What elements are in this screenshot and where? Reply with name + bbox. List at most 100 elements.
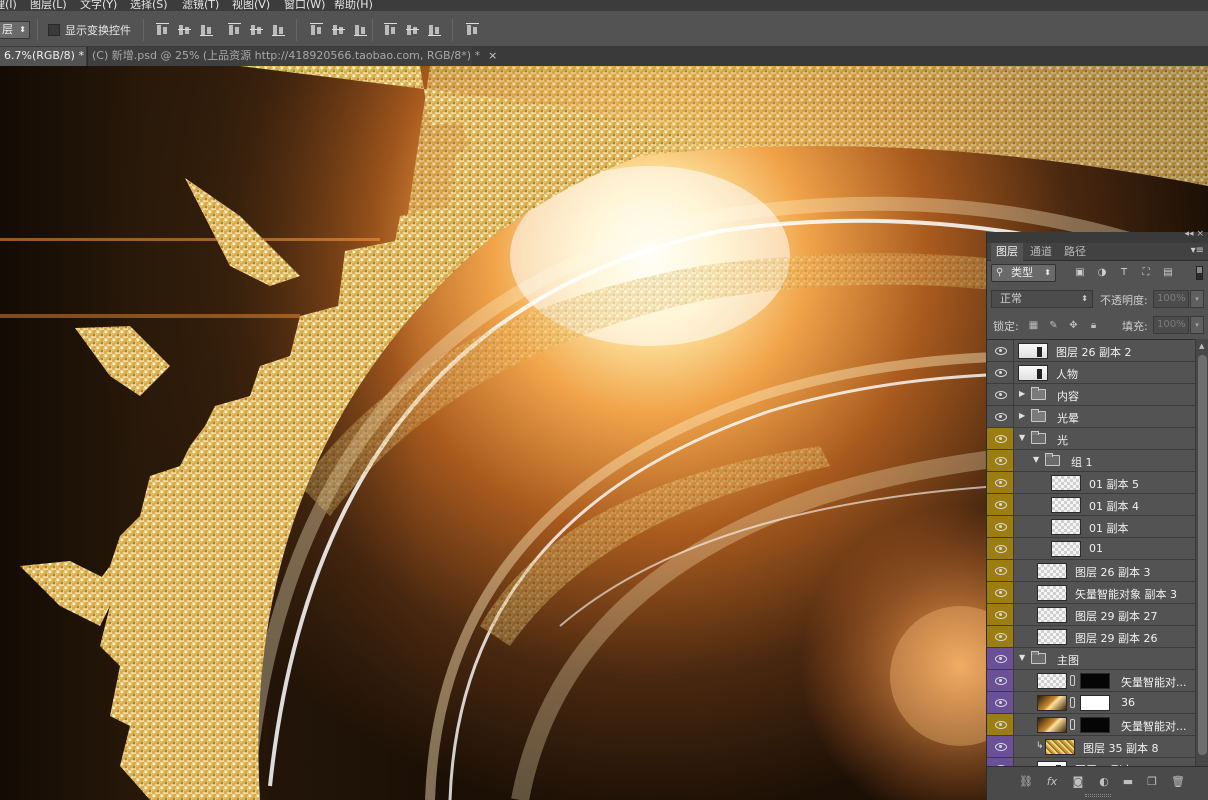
tab-channels[interactable]: 通道 — [1025, 243, 1057, 261]
menu-item[interactable]: 滤镜(T) — [182, 0, 219, 11]
distribute-bottom-icon[interactable] — [354, 23, 368, 37]
layer-mask-thumbnail[interactable] — [1080, 695, 1110, 711]
visibility-eye-icon[interactable] — [987, 450, 1014, 471]
layer-row[interactable]: 01 — [987, 538, 1195, 560]
mask-link-icon[interactable] — [1070, 675, 1075, 686]
document-tab[interactable]: 6.7%(RGB/8) *× — [0, 47, 101, 66]
panel-menu-icon[interactable]: ▾≡ — [1191, 245, 1204, 256]
expand-triangle-open-icon[interactable]: ▼ — [1019, 433, 1027, 443]
fill-input[interactable]: 100% — [1153, 316, 1189, 334]
lock-transparent-icon[interactable]: ▦ — [1028, 320, 1039, 331]
visibility-eye-icon[interactable] — [987, 714, 1014, 735]
filter-kind-dropdown[interactable]: ⚲ 类型 ⬍ — [991, 264, 1056, 282]
expand-triangle-closed-icon[interactable]: ▶ — [1019, 411, 1027, 421]
close-icon[interactable]: × — [488, 49, 497, 62]
tab-layers[interactable]: 图层 — [991, 243, 1023, 261]
opacity-input[interactable]: 100% — [1153, 290, 1189, 308]
show-transform-controls-checkbox[interactable] — [48, 24, 60, 36]
shape-filter-icon[interactable]: ⛶ — [1140, 267, 1152, 279]
visibility-eye-icon[interactable] — [987, 736, 1014, 757]
menu-item[interactable]: 文字(Y) — [80, 0, 117, 11]
expand-triangle-closed-icon[interactable]: ▶ — [1019, 389, 1027, 399]
align-bottom-icon[interactable] — [200, 23, 214, 37]
layer-row[interactable]: 人物 — [987, 362, 1195, 384]
distribute-left-icon[interactable] — [384, 23, 398, 37]
lock-position-icon[interactable]: ✥ — [1068, 320, 1079, 331]
visibility-eye-icon[interactable] — [987, 384, 1014, 405]
auto-align-icon[interactable] — [466, 23, 480, 37]
distribute-top-icon[interactable] — [310, 23, 324, 37]
layer-row[interactable]: 图层 26 副本 2 — [987, 340, 1195, 362]
opacity-dropdown-icon[interactable]: ▾ — [1190, 290, 1204, 308]
visibility-eye-icon[interactable] — [987, 648, 1014, 669]
visibility-eye-icon[interactable] — [987, 582, 1014, 603]
menu-item[interactable]: 选择(S) — [130, 0, 168, 11]
align-hcenter-icon[interactable] — [250, 23, 264, 37]
layer-row[interactable]: 矢量智能对... — [987, 670, 1195, 692]
layer-row[interactable]: 01 副本 — [987, 516, 1195, 538]
visibility-eye-icon[interactable] — [987, 516, 1014, 537]
visibility-eye-icon[interactable] — [987, 472, 1014, 493]
layer-row[interactable]: 01 副本 5 — [987, 472, 1195, 494]
layer-row[interactable]: 01 副本 4 — [987, 494, 1195, 516]
resize-grip[interactable] — [1085, 794, 1111, 797]
auto-select-target-dropdown[interactable]: 层 ⬍ — [0, 21, 30, 39]
expand-triangle-open-icon[interactable]: ▼ — [1033, 455, 1041, 465]
new-layer-icon[interactable]: ❐ — [1145, 775, 1159, 789]
image-filter-icon[interactable]: ▣ — [1074, 267, 1086, 279]
menu-item[interactable]: 帮助(H) — [334, 0, 373, 11]
layer-group-row[interactable]: ▼ 组 1 — [987, 450, 1195, 472]
visibility-eye-icon[interactable] — [987, 340, 1014, 361]
layer-row[interactable]: 图层 29 副本 26 — [987, 626, 1195, 648]
distribute-hcenter-icon[interactable] — [406, 23, 420, 37]
visibility-eye-icon[interactable] — [987, 560, 1014, 581]
layer-row[interactable]: 图层 26 副本 3 — [987, 560, 1195, 582]
layer-row[interactable]: 图层 1 副本 2 — [987, 758, 1195, 766]
visibility-eye-icon[interactable] — [987, 406, 1014, 427]
align-vcenter-icon[interactable] — [178, 23, 192, 37]
menu-item[interactable]: 视图(V) — [232, 0, 270, 11]
align-right-icon[interactable] — [272, 23, 286, 37]
adjustment-layer-icon[interactable]: ◐ — [1097, 775, 1111, 789]
visibility-eye-icon[interactable] — [987, 362, 1014, 383]
visibility-eye-icon[interactable] — [987, 670, 1014, 691]
visibility-eye-icon[interactable] — [987, 604, 1014, 625]
tab-paths[interactable]: 路径 — [1059, 243, 1091, 261]
layer-row[interactable]: ↳ 图层 35 副本 8 — [987, 736, 1195, 758]
layer-row[interactable]: 矢量智能对象 副本 3 — [987, 582, 1195, 604]
smart-object-filter-icon[interactable]: ▤ — [1162, 267, 1174, 279]
mask-link-icon[interactable] — [1070, 697, 1075, 708]
visibility-eye-icon[interactable] — [987, 758, 1014, 766]
distribute-right-icon[interactable] — [428, 23, 442, 37]
layer-mask-thumbnail[interactable] — [1080, 673, 1110, 689]
fx-icon[interactable]: fx — [1045, 775, 1059, 789]
blend-mode-dropdown[interactable]: 正常 ⬍ — [991, 290, 1093, 308]
layer-row[interactable]: 36 — [987, 692, 1195, 714]
lock-image-icon[interactable]: ✎ — [1048, 320, 1059, 331]
new-group-icon[interactable]: ▬ — [1121, 775, 1135, 789]
link-layers-icon[interactable]: ⛓ — [1019, 775, 1033, 789]
align-left-icon[interactable] — [228, 23, 242, 37]
menu-item[interactable]: 图层(L) — [30, 0, 67, 11]
visibility-eye-icon[interactable] — [987, 428, 1014, 449]
type-filter-icon[interactable]: T — [1118, 267, 1130, 279]
add-mask-icon[interactable]: ◙ — [1071, 775, 1085, 789]
layer-group-row[interactable]: ▼ 主图 — [987, 648, 1195, 670]
layer-row[interactable]: 图层 29 副本 27 — [987, 604, 1195, 626]
fill-dropdown-icon[interactable]: ▾ — [1190, 316, 1204, 334]
align-top-icon[interactable] — [156, 23, 170, 37]
adjustment-filter-icon[interactable]: ◑ — [1096, 267, 1108, 279]
scroll-up-icon[interactable]: ▲ — [1199, 342, 1204, 350]
visibility-eye-icon[interactable] — [987, 538, 1014, 559]
layer-row[interactable]: 矢量智能对... — [987, 714, 1195, 736]
scrollbar-thumb[interactable] — [1198, 355, 1207, 755]
layer-group-row[interactable]: ▶ 内容 — [987, 384, 1195, 406]
layer-group-row[interactable]: ▶ 光晕 — [987, 406, 1195, 428]
layer-group-row[interactable]: ▼ 光 — [987, 428, 1195, 450]
visibility-eye-icon[interactable] — [987, 692, 1014, 713]
distribute-vcenter-icon[interactable] — [332, 23, 346, 37]
mask-link-icon[interactable] — [1070, 719, 1075, 730]
lock-all-icon[interactable]: 🔒︎ — [1088, 320, 1099, 331]
collapse-panel-icon[interactable]: ◂◂ × — [1185, 229, 1204, 239]
visibility-eye-icon[interactable] — [987, 494, 1014, 515]
